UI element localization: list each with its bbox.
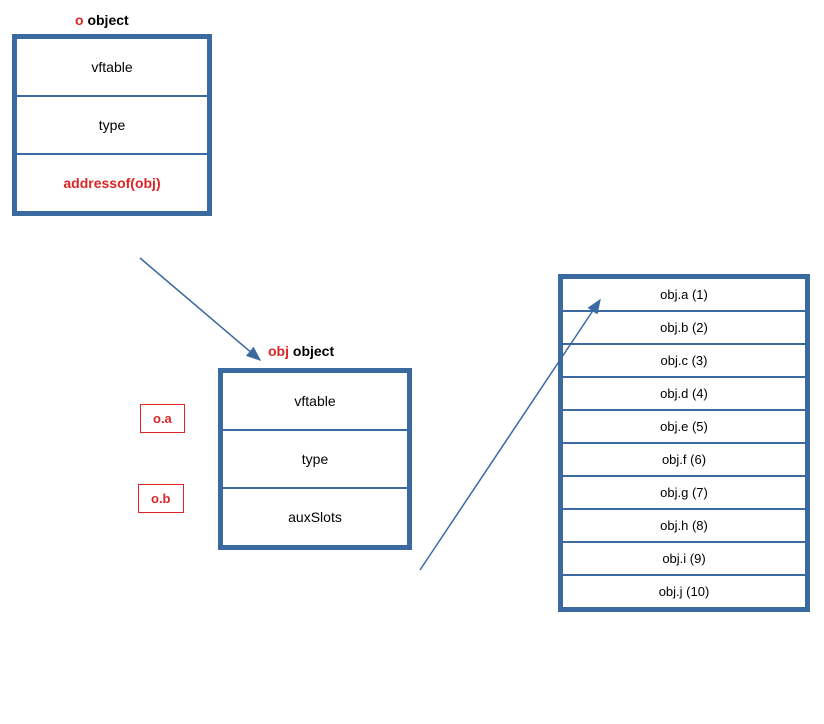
- o-cell-addressof: addressof(obj): [16, 154, 208, 212]
- slot-e: obj.e (5): [562, 410, 806, 443]
- label-ob: o.b: [138, 484, 184, 513]
- obj-cell-type: type: [222, 430, 408, 488]
- slot-d: obj.d (4): [562, 377, 806, 410]
- o-object-table: vftable type addressof(obj): [12, 34, 212, 216]
- obj-object-table: vftable type auxSlots: [218, 368, 412, 550]
- slot-a: obj.a (1): [562, 278, 806, 311]
- obj-cell-vftable: vftable: [222, 372, 408, 430]
- slot-i: obj.i (9): [562, 542, 806, 575]
- obj-title-red: obj: [268, 343, 289, 359]
- o-cell-vftable: vftable: [16, 38, 208, 96]
- obj-title-rest: object: [289, 343, 334, 359]
- o-title-rest: object: [84, 12, 129, 28]
- slot-b: obj.b (2): [562, 311, 806, 344]
- obj-cell-auxslots: auxSlots: [222, 488, 408, 546]
- label-oa: o.a: [140, 404, 185, 433]
- slot-g: obj.g (7): [562, 476, 806, 509]
- slots-table: obj.a (1) obj.b (2) obj.c (3) obj.d (4) …: [558, 274, 810, 612]
- slot-h: obj.h (8): [562, 509, 806, 542]
- o-title-red: o: [75, 12, 84, 28]
- slot-j: obj.j (10): [562, 575, 806, 608]
- slot-f: obj.f (6): [562, 443, 806, 476]
- o-cell-type: type: [16, 96, 208, 154]
- slot-c: obj.c (3): [562, 344, 806, 377]
- obj-object-title: obj object: [268, 343, 334, 359]
- o-object-title: o object: [75, 12, 129, 28]
